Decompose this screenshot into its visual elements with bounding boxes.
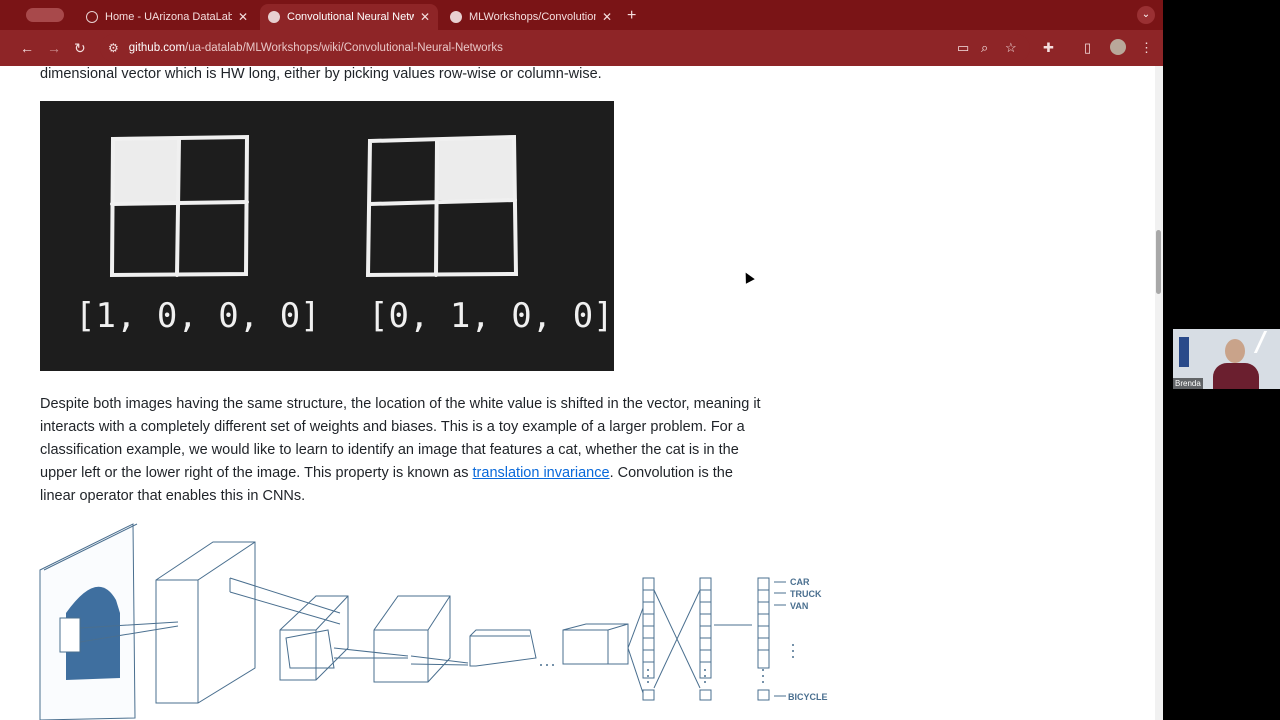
globe-icon [86, 11, 98, 23]
video-thumbnail[interactable]: Brenda [1173, 329, 1280, 389]
class-label-car: CAR [790, 577, 810, 587]
cnn-diagram-drawing: CAR TRUCK VAN BICYCLE [39, 523, 828, 720]
address-bar[interactable]: ⚙ github.com/ua-datalab/MLWorkshops/wiki… [100, 34, 1030, 62]
side-panel-icon[interactable]: ▯ [1084, 40, 1091, 56]
cast-icon[interactable]: ▭ [957, 40, 969, 56]
participant-body [1213, 363, 1259, 389]
paragraph-line-2: interacts with a completely different se… [40, 419, 745, 435]
github-icon [268, 11, 280, 23]
paragraph-line-4: upper left or the lower right of the ima… [40, 465, 733, 481]
translation-invariance-link[interactable]: translation invariance [473, 465, 610, 481]
bookmark-star-icon[interactable]: ☆ [1005, 40, 1017, 56]
class-label-van: VAN [790, 601, 808, 611]
browser-window: Home - UArizona DataLab ✕ Convolutional … [0, 0, 1163, 720]
url-text: github.com/ua-datalab/MLWorkshops/wiki/C… [128, 42, 503, 54]
vector-figure: [1, 0, 0, 0] [0, 1, 0, 0] [40, 101, 614, 371]
close-icon[interactable]: ✕ [420, 10, 430, 24]
window-controls[interactable] [26, 8, 64, 22]
site-info-icon[interactable]: ⚙ [108, 41, 119, 55]
page-content: dimensional vector which is HW long, eit… [0, 66, 1155, 720]
tab-mlworkshops[interactable]: MLWorkshops/Convolutional_ ✕ [442, 4, 620, 30]
zoom-icon[interactable]: ⌕ [981, 40, 988, 56]
github-icon [450, 11, 462, 23]
tab-label: Home - UArizona DataLab [105, 11, 232, 23]
cnn-diagram: CAR TRUCK VAN BICYCLE [38, 518, 838, 720]
left-vector-label: [1, 0, 0, 0] [75, 296, 321, 336]
right-vector-label: [0, 1, 0, 0] [368, 296, 614, 336]
browser-toolbar: ← → ↻ ⚙ github.com/ua-datalab/MLWorkshop… [0, 30, 1163, 66]
back-icon[interactable]: ← [20, 40, 34, 56]
class-label-truck: TRUCK [790, 589, 822, 599]
flag-icon [1179, 337, 1189, 367]
forward-icon[interactable]: → [47, 40, 61, 56]
ceiling-light [1253, 331, 1280, 353]
menu-icon[interactable]: ⋮ [1140, 40, 1153, 56]
close-icon[interactable]: ✕ [238, 10, 248, 24]
close-icon[interactable]: ✕ [602, 10, 612, 24]
new-tab-button[interactable]: + [627, 7, 636, 25]
tab-bar: Home - UArizona DataLab ✕ Convolutional … [0, 0, 1163, 30]
tab-convolutional-neural-networks[interactable]: Convolutional Neural Networ ✕ [260, 4, 438, 30]
paragraph-line-1: Despite both images having the same stru… [40, 396, 761, 412]
extensions-icon[interactable]: ✚ [1043, 40, 1054, 56]
paragraph-line-5: linear operator that enables this in CNN… [40, 488, 306, 504]
reload-icon[interactable]: ↻ [74, 40, 86, 57]
scrollbar-thumb[interactable] [1156, 230, 1161, 294]
participant-name: Brenda [1173, 378, 1203, 389]
class-label-bicycle: BICYCLE [788, 692, 828, 702]
top-paragraph-line: dimensional vector which is HW long, eit… [40, 66, 602, 82]
tab-label: Convolutional Neural Networ [287, 11, 414, 23]
paragraph-line-3: classification example, we would like to… [40, 442, 739, 458]
scrollbar-track[interactable] [1155, 66, 1163, 720]
tab-search-button[interactable]: ⌄ [1137, 6, 1155, 24]
participant-head [1225, 339, 1245, 363]
tab-home[interactable]: Home - UArizona DataLab ✕ [78, 4, 256, 30]
tab-label: MLWorkshops/Convolutional_ [469, 11, 596, 23]
vector-figure-drawing: [1, 0, 0, 0] [0, 1, 0, 0] [75, 134, 614, 336]
profile-avatar[interactable] [1110, 39, 1126, 55]
